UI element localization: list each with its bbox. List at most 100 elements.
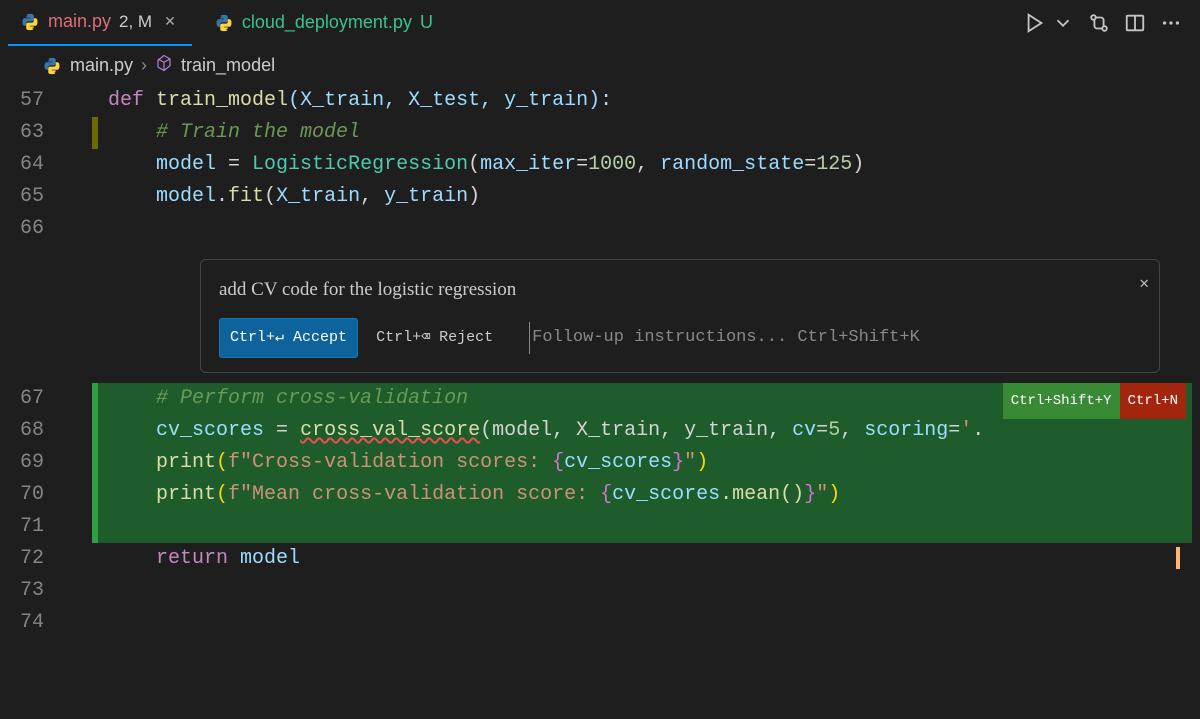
code-line[interactable]: 68 cv_scores = cross_val_score(model, X_… xyxy=(0,415,1200,447)
token: model xyxy=(156,185,216,208)
token: ( xyxy=(216,483,228,506)
token: ' xyxy=(960,419,972,442)
token: " xyxy=(684,451,696,474)
accept-button[interactable]: Ctrl+↵ Accept xyxy=(219,318,358,358)
token: # Train the model xyxy=(156,121,360,144)
token: cv_scores xyxy=(156,419,264,442)
cursor-indicator xyxy=(1176,547,1180,569)
token: cv_scores xyxy=(612,483,720,506)
tab-cloud-deployment[interactable]: cloud_deployment.py U xyxy=(202,0,445,46)
token: { xyxy=(552,451,564,474)
python-icon xyxy=(20,12,40,32)
breadcrumb[interactable]: main.py › train_model xyxy=(0,46,1200,85)
reject-button[interactable]: Ctrl+⌫ Reject xyxy=(376,322,493,354)
token: ) xyxy=(696,451,708,474)
line-number: 71 xyxy=(0,511,62,543)
suggest-badges: Ctrl+Shift+Y Ctrl+N xyxy=(1003,383,1186,419)
code-line[interactable]: 71 xyxy=(0,511,1200,543)
code-line[interactable]: 70 print(f"Mean cross-validation score: … xyxy=(0,479,1200,511)
token: fit xyxy=(228,185,264,208)
tab-main-py[interactable]: main.py 2, M ✕ xyxy=(8,0,192,46)
code-line[interactable]: 57 def train_model(X_train, X_test, y_tr… xyxy=(0,85,1200,117)
line-number: 68 xyxy=(0,415,62,447)
new-badge[interactable]: Ctrl+N xyxy=(1120,383,1186,419)
token: LogisticRegression xyxy=(252,153,468,176)
token: 5 xyxy=(828,419,840,442)
line-number: 73 xyxy=(0,575,62,607)
more-icon[interactable] xyxy=(1160,12,1182,34)
followup-input[interactable]: Follow-up instructions... Ctrl+Shift+K xyxy=(529,322,920,354)
tab-modified-badge: 2, M xyxy=(119,12,152,32)
code-line[interactable]: 74 xyxy=(0,607,1200,639)
tab-label: main.py xyxy=(48,11,111,32)
token: X_train xyxy=(276,185,360,208)
tab-bar: main.py 2, M ✕ cloud_deployment.py U xyxy=(0,0,1200,46)
line-number: 64 xyxy=(0,149,62,181)
token: cv xyxy=(792,419,816,442)
line-number: 72 xyxy=(0,543,62,575)
code-line[interactable]: 63 # Train the model xyxy=(0,117,1200,149)
tab-label: cloud_deployment.py xyxy=(242,12,412,33)
breadcrumb-sep: › xyxy=(141,55,147,76)
code-line[interactable]: 66 xyxy=(0,213,1200,245)
token: f"Mean cross-validation score: xyxy=(228,483,600,506)
breadcrumb-symbol[interactable]: train_model xyxy=(181,55,275,76)
token: 1000 xyxy=(588,153,636,176)
token: print xyxy=(156,483,216,506)
token: model xyxy=(156,153,216,176)
code-line[interactable]: 72 return model xyxy=(0,543,1200,575)
line-number: 74 xyxy=(0,607,62,639)
run-icon[interactable] xyxy=(1024,12,1046,34)
token: ( xyxy=(216,451,228,474)
inline-suggest-panel: ✕ add CV code for the logistic regressio… xyxy=(200,259,1160,373)
token: return xyxy=(156,547,228,570)
close-icon[interactable]: ✕ xyxy=(1139,268,1149,300)
token: def xyxy=(108,89,144,112)
code-line[interactable]: 64 model = LogisticRegression(max_iter=1… xyxy=(0,149,1200,181)
token: ) xyxy=(852,153,864,176)
token: # Perform cross-validation xyxy=(156,387,468,410)
token: 125 xyxy=(816,153,852,176)
line-number: 67 xyxy=(0,383,62,415)
close-icon[interactable]: ✕ xyxy=(160,13,180,30)
code-line[interactable]: 69 print(f"Cross-validation scores: {cv_… xyxy=(0,447,1200,479)
tab-status-badge: U xyxy=(420,12,433,33)
token-error: cross_val_score xyxy=(300,419,480,442)
token: = xyxy=(216,153,252,176)
code-line[interactable]: 73 xyxy=(0,575,1200,607)
token: = xyxy=(264,419,300,442)
editor-actions xyxy=(1024,12,1200,34)
git-compare-icon[interactable] xyxy=(1088,12,1110,34)
token: " xyxy=(816,483,828,506)
symbol-method-icon xyxy=(155,54,173,77)
python-icon xyxy=(214,13,234,33)
token: scoring xyxy=(864,419,948,442)
line-number: 70 xyxy=(0,479,62,511)
token: { xyxy=(600,483,612,506)
token: f"Cross-validation scores: xyxy=(228,451,552,474)
token: train_model xyxy=(156,89,288,112)
code-line[interactable]: Ctrl+Shift+Y Ctrl+N 67 # Perform cross-v… xyxy=(0,383,1200,415)
python-icon xyxy=(42,56,62,76)
line-number: 57 xyxy=(0,85,62,117)
token: } xyxy=(804,483,816,506)
token: print xyxy=(156,451,216,474)
line-number: 63 xyxy=(0,117,62,149)
token: (X_train, X_test, y_train): xyxy=(288,89,612,112)
split-editor-icon[interactable] xyxy=(1124,12,1146,34)
token: ) xyxy=(828,483,840,506)
line-number: 69 xyxy=(0,447,62,479)
accept-badge[interactable]: Ctrl+Shift+Y xyxy=(1003,383,1120,419)
suggest-prompt: add CV code for the logistic regression xyxy=(219,274,1141,306)
code-editor[interactable]: 57 def train_model(X_train, X_test, y_tr… xyxy=(0,85,1200,639)
token: .mean() xyxy=(720,483,804,506)
code-line[interactable]: 65 model.fit(X_train, y_train) xyxy=(0,181,1200,213)
token: cv_scores xyxy=(564,451,672,474)
token: model xyxy=(228,547,300,570)
token: max_iter xyxy=(480,153,576,176)
breadcrumb-file[interactable]: main.py xyxy=(70,55,133,76)
chevron-down-icon[interactable] xyxy=(1052,12,1074,34)
token: ( xyxy=(468,153,480,176)
token: (model, X_train, y_train, xyxy=(480,419,792,442)
line-number: 65 xyxy=(0,181,62,213)
